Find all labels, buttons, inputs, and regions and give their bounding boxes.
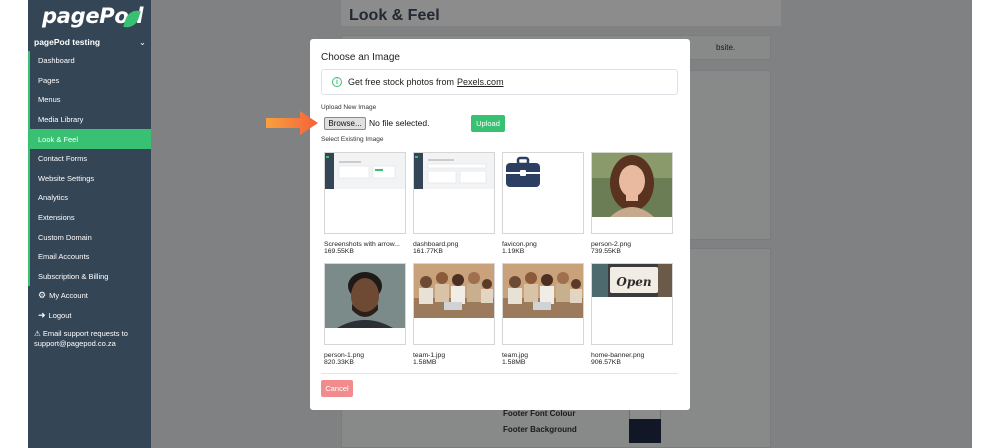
info-icon: i [332,77,342,87]
sidebar-item-label: Website Settings [38,173,95,183]
support-note: ⚠ Email support requests to support@page… [28,329,151,349]
image-thumbnail[interactable] [413,263,495,345]
image-name: person-2.png [591,241,632,248]
image-size: 820.33KB [324,359,354,366]
sidebar-item-contact-forms[interactable]: Contact Forms [28,148,151,169]
sidebar-item-look-and-feel[interactable]: Look & Feel [28,129,151,149]
team-photo-icon [503,264,583,318]
image-size: 1.58MB [413,359,437,366]
image-size: 1.58MB [502,359,526,366]
portrait-woman-icon [592,153,672,217]
image-thumbnail[interactable] [591,152,673,234]
sidebar-item-custom-domain[interactable]: Custom Domain [28,227,151,247]
pexels-link[interactable]: Pexels.com [457,77,504,87]
pexels-notice: i Get free stock photos from Pexels.com [321,69,678,95]
sidebar-item-label: Media Library [38,115,84,125]
image-thumbnail[interactable] [324,152,406,234]
warning-icon: ⚠ [34,329,41,339]
sidebar-item-label: Look & Feel [38,134,79,144]
image-tile[interactable]: team-1.jpg 1.58MB [413,263,495,366]
image-name: home-banner.png [591,352,645,359]
image-size: 906.57KB [591,359,621,366]
chevron-down-icon: ⌄ [138,37,146,47]
gear-icon: ⚙ [38,290,47,301]
sidebar-item-label: Contact Forms [38,154,88,164]
pointer-arrow-icon [266,111,318,135]
sidebar-item-label: Analytics [38,193,69,203]
upload-button[interactable]: Upload [471,115,505,132]
support-text: Email support requests to [42,329,128,339]
image-size: 161.77KB [413,248,443,255]
open-sign-icon: Open [592,264,672,297]
browse-button[interactable]: Browse... [324,117,366,130]
sidebar-item-pages[interactable]: Pages [28,70,151,91]
pexels-text: Get free stock photos from [348,77,455,87]
image-thumbnail[interactable]: Open [591,263,673,345]
sidebar-item-label: Custom Domain [38,232,92,242]
image-tile[interactable]: Open home-banner.png 906.57KB [591,263,673,366]
site-selector[interactable]: pagePod testing ⌄ [34,37,146,48]
image-thumbnail[interactable] [413,152,495,234]
portrait-man-icon [325,264,405,328]
sidebar-item-label: Subscription & Billing [38,271,109,281]
sidebar-item-label: Extensions [38,213,75,223]
image-thumbnail[interactable] [502,152,584,234]
image-name: person-1.png [324,352,365,359]
sidebar-item-extensions[interactable]: Extensions [28,207,151,228]
site-name: pagePod testing [34,37,101,47]
sidebar-item-dashboard[interactable]: Dashboard [28,51,151,71]
sidebar-item-logout[interactable]: ➜ Logout [28,306,151,326]
image-tile[interactable]: person-2.png 739.55KB [591,152,673,255]
briefcase-icon [503,153,543,193]
image-thumbnail[interactable] [324,263,406,345]
sidebar-item-label: Menus [38,95,61,105]
support-email[interactable]: support@pagepod.co.za [34,339,116,348]
sidebar-item-media-library[interactable]: Media Library [28,109,151,130]
sidebar-item-my-account[interactable]: ⚙ My Account [28,286,151,306]
sidebar-item-label: Dashboard [38,56,75,66]
image-size: 739.55KB [591,248,621,255]
logout-icon: ➜ [38,310,46,321]
image-size: 169.55KB [324,248,354,255]
sidebar-item-website-settings[interactable]: Website Settings [28,168,151,189]
cancel-button[interactable]: Cancel [321,380,353,397]
upload-label: Upload New Image [321,104,377,111]
sidebar: pagePod pagePod testing ⌄ Dashboard Page… [28,0,151,448]
file-status: No file selected. [369,118,430,128]
screenshot-thumbnail-icon [325,153,405,189]
choose-image-modal: Choose an Image i Get free stock photos … [310,39,690,410]
image-tile[interactable]: dashboard.png 161.77KB [413,152,495,255]
image-size: 1.19KB [502,248,525,255]
image-name: team-1.jpg [413,352,446,359]
open-sign-text: Open [616,275,651,289]
sidebar-item-menus[interactable]: Menus [28,90,151,110]
image-thumbnail[interactable] [502,263,584,345]
team-photo-icon [414,264,494,318]
modal-title: Choose an Image [321,52,400,63]
sidebar-item-analytics[interactable]: Analytics [28,188,151,208]
image-tile[interactable]: favicon.png 1.19KB [502,152,584,255]
sidebar-item-label: Email Accounts [38,252,90,262]
image-name: dashboard.png [413,241,459,248]
image-name: favicon.png [502,241,537,248]
sidebar-item-label: Logout [48,311,72,321]
sidebar-item-label: My Account [49,291,88,301]
image-tile[interactable]: team.jpg 1.58MB [502,263,584,366]
image-name: Screenshots with arrow... [324,241,400,248]
sidebar-item-email-accounts[interactable]: Email Accounts [28,246,151,267]
sidebar-item-label: Pages [38,75,60,85]
sidebar-item-subscription-billing[interactable]: Subscription & Billing [28,266,151,287]
image-tile[interactable]: Screenshots with arrow... 169.55KB [324,152,406,255]
sidebar-nav: Dashboard Pages Menus Media Library Look… [28,51,151,349]
existing-images-label: Select Existing Image [321,136,384,143]
modal-divider [321,373,678,374]
dashboard-thumbnail-icon [414,153,494,189]
image-tile[interactable]: person-1.png 820.33KB [324,263,406,366]
image-name: team.jpg [502,352,529,359]
